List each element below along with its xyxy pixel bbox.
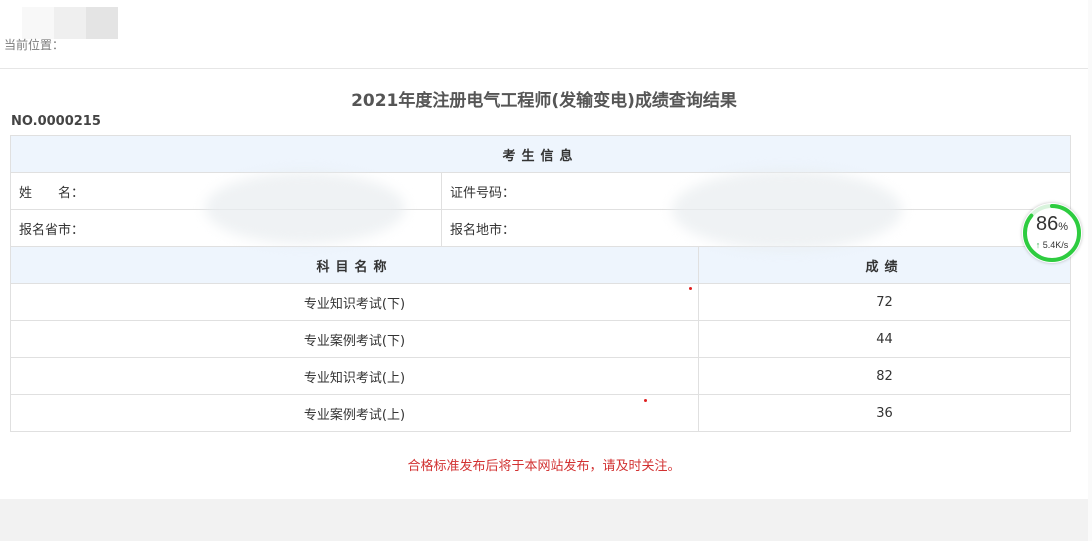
score-table: 考生信息 姓 名： 证件号码： 报名省市： 报名地市： 科目名称 成绩 专业知识…: [10, 135, 1071, 432]
breadcrumb: 当前位置：: [4, 38, 65, 52]
score-column-header: 成绩: [698, 246, 1071, 284]
speed-rate: ↑ 5.4K/s: [1035, 240, 1069, 250]
score-cell: 44: [698, 320, 1071, 358]
scores-header-row: 科目名称 成绩: [10, 246, 1071, 284]
subject-cell: 专业案例考试(上): [10, 394, 699, 432]
info-header-row: 考生信息: [10, 135, 1071, 173]
red-dot: [689, 287, 692, 290]
page-header: 当前位置：: [0, 0, 1092, 69]
page-title: 2021年度注册电气工程师(发输变电)成绩查询结果: [351, 91, 737, 111]
score-cell: 82: [698, 357, 1071, 395]
info-row: 姓 名： 证件号码：: [10, 172, 1071, 210]
info-header: 考生信息: [10, 135, 1071, 173]
table-row: 专业知识考试(下) 72: [10, 283, 1071, 321]
subject-cell: 专业知识考试(上): [10, 357, 699, 395]
speed-percent: 86%: [1035, 213, 1069, 235]
table-row: 专业知识考试(上) 82: [10, 357, 1071, 395]
red-dot: [644, 399, 647, 402]
redaction-smudge: [672, 170, 902, 250]
scrollbar-track[interactable]: [1088, 0, 1092, 541]
subject-column-header: 科目名称: [10, 246, 699, 284]
score-cell: 36: [698, 394, 1071, 432]
table-row: 专业案例考试(上) 36: [10, 394, 1071, 432]
result-panel: 2021年度注册电气工程师(发输变电)成绩查询结果 NO.0000215 考生信…: [0, 69, 1089, 499]
network-speed-widget[interactable]: 86% ↑ 5.4K/s: [1022, 203, 1082, 263]
table-row: 专业案例考试(下) 44: [10, 320, 1071, 358]
subject-cell: 专业知识考试(下): [10, 283, 699, 321]
score-cell: 72: [698, 283, 1071, 321]
subject-cell: 专业案例考试(下): [10, 320, 699, 358]
info-row: 报名省市： 报名地市：: [10, 209, 1071, 247]
up-arrow-icon: ↑: [1035, 240, 1041, 250]
redaction-smudge: [205, 172, 405, 244]
record-number: NO.0000215: [11, 114, 101, 129]
notice-text: 合格标准发布后将于本网站发布，请及时关注。: [407, 459, 681, 474]
logo-placeholder: [22, 7, 118, 39]
